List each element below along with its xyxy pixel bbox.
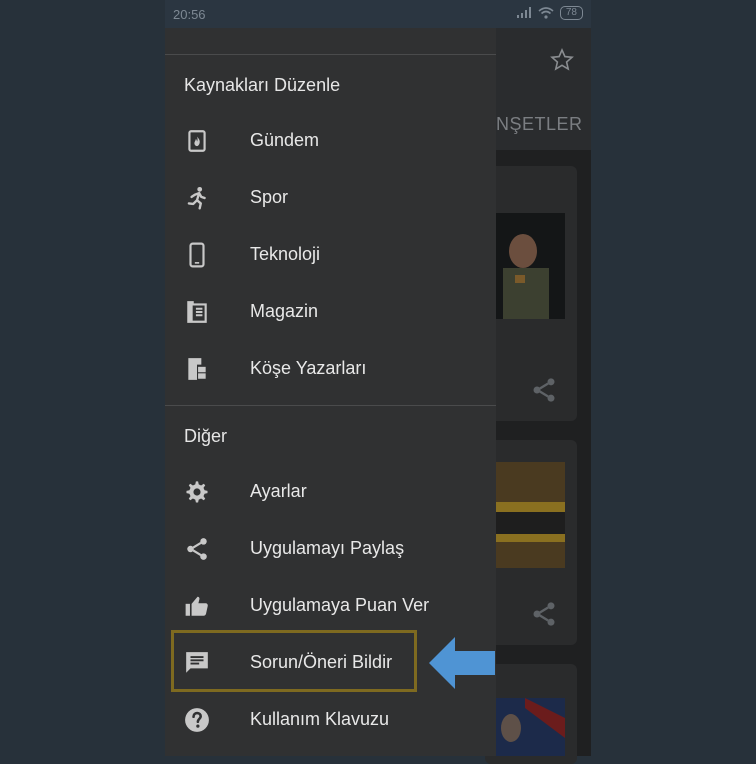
share-icon[interactable] [530,376,558,404]
tab-label[interactable]: NŞETLER [496,114,583,135]
drawer-item-label: Gündem [250,130,320,150]
columnist-icon [188,358,206,380]
signal-icon [516,7,531,18]
drawer-item-spor[interactable]: Spor [165,173,496,223]
drawer-item-label: Spor [250,187,289,207]
help-icon [185,708,209,732]
drawer-item-user-guide[interactable]: Kullanım Klavuzu [165,695,496,745]
news-thumbnail[interactable] [495,213,565,319]
highlight-box [171,630,417,692]
drawer-item-kose-yazarlari[interactable]: Köşe Yazarları [165,344,496,394]
news-thumbnail[interactable] [495,462,565,568]
drawer-item-label: Köşe Yazarları [250,358,367,378]
divider [165,54,496,55]
book-icon [187,301,207,323]
status-bar: 20:56 78 [165,0,591,28]
pointer-arrow-icon [429,637,495,689]
running-icon [187,186,206,210]
gear-icon [186,481,208,503]
fire-icon [188,130,206,152]
drawer-item-share-app[interactable]: Uygulamayı Paylaş [165,524,496,574]
battery-indicator: 78 [559,6,583,20]
news-thumbnail[interactable] [495,698,565,756]
wifi-icon [538,7,554,19]
star-icon[interactable] [550,48,574,72]
section-other-title: Diğer [184,426,228,446]
share-icon [187,538,207,560]
status-time: 20:56 [173,7,206,22]
drawer-item-label: Magazin [250,301,319,321]
drawer-item-magazin[interactable]: Magazin [165,287,496,337]
drawer-item-label: Uygulamayı Paylaş [250,538,405,558]
share-icon[interactable] [530,600,558,628]
drawer-item-label: Ayarlar [250,481,307,501]
phone-icon [189,242,205,268]
drawer-item-rate-app[interactable]: Uygulamaya Puan Ver [165,581,496,631]
drawer-item-label: Teknoloji [250,244,321,264]
section-sources-title: Kaynakları Düzenle [184,75,341,95]
divider [165,405,496,406]
drawer-item-gundem[interactable]: Gündem [165,116,496,166]
thumbs-up-icon [185,596,208,616]
drawer-item-ayarlar[interactable]: Ayarlar [165,467,496,517]
drawer-item-label: Kullanım Klavuzu [250,709,390,729]
drawer-item-teknoloji[interactable]: Teknoloji [165,230,496,280]
drawer-item-label: Uygulamaya Puan Ver [250,595,430,615]
